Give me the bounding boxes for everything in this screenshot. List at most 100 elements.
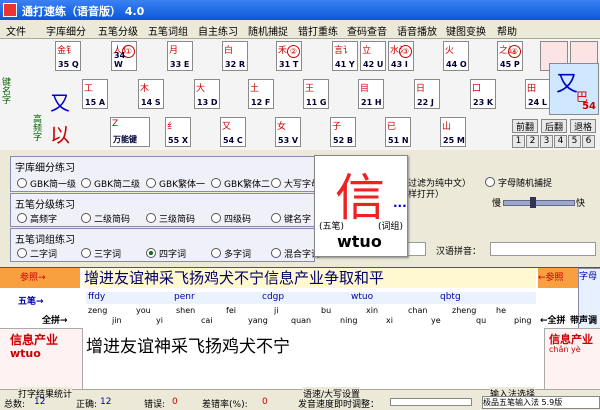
radio-keyname[interactable]: 键名字 [271,212,311,225]
py-4: shen [176,306,196,315]
num-1[interactable]: 1 [512,135,525,148]
side-char-1: 又 [50,91,70,115]
menu-wubi-phrase[interactable]: 五笔词组 [148,23,188,38]
pinyin-input[interactable] [490,242,596,256]
num-5[interactable]: 5 [568,135,581,148]
page-prev-button[interactable]: 前翻 [512,119,538,133]
key-j[interactable]: 日 22 J [414,79,440,109]
radio-2-char[interactable]: 二字词 [17,247,57,260]
radio-mixed[interactable]: 混合字词 [271,247,320,260]
key-e[interactable]: 月 33 E [167,41,193,71]
key-t[interactable]: 禾 ② 31 T [276,41,302,71]
key-k[interactable]: 口 23 K [470,79,496,109]
radio-gbk-trad-1[interactable]: GBK繁体一 [146,177,205,190]
ref-label-left: 参照→ [0,268,80,288]
radio-3-char[interactable]: 三字词 [81,247,121,260]
radio-gbk-2[interactable]: GBK简二级 [81,177,140,190]
speed-slider-thumb[interactable] [530,197,536,208]
speed-fast-label: 快 [576,199,586,209]
code-2: penr [174,292,195,302]
popup-code: wtuo [337,232,382,251]
key-g[interactable]: 王 11 G [303,79,329,109]
correct-label: 正确: [76,400,98,410]
key-s[interactable]: 木 14 S [138,79,164,109]
typed-text[interactable]: 增进友谊神采飞扬鸡犬不宁 [86,332,290,357]
py-12: xin [366,306,379,315]
key-r[interactable]: 白 32 R [222,41,248,71]
num-6[interactable]: 6 [582,135,595,148]
menu-keymap[interactable]: 键图变换 [446,23,486,38]
menu-file[interactable]: 文件 [6,23,26,38]
radio-uppercase[interactable]: 大写字母 [271,177,320,190]
code-1: ffdy [88,292,106,302]
key-v[interactable]: 女 53 V [275,117,301,147]
side-label-freq: 高频字 [31,114,41,141]
menu-random-catch[interactable]: 随机捕捉 [248,23,288,38]
key-z[interactable]: Z 万能键 [110,117,150,147]
key-o[interactable]: 火 44 O [443,41,469,71]
py-0: zeng [88,306,108,315]
radio-multi-char[interactable]: 多字词 [211,247,251,260]
key-q[interactable]: 金钅 35 Q [55,41,81,71]
key-i[interactable]: 水氵 ③ 43 I [388,41,414,71]
key-d[interactable]: 大 13 D [194,79,220,109]
radio-level-4[interactable]: 四级码 [211,212,251,225]
radio-gbk-trad-2[interactable]: GBK繁体二 [211,177,270,190]
code-3: cdgp [262,292,285,302]
backspace-button[interactable]: 退格 [570,119,596,133]
current-code: wtuo [10,347,41,360]
py-15: ye [431,316,441,325]
window-title: 通打速练（语音版） 4.0 [22,5,145,18]
py-19: ping [514,316,532,325]
key-x[interactable]: 纟 55 X [165,117,191,147]
section-wubi-phrase-title: 五笔词组练习 [15,235,75,246]
radio-level-2[interactable]: 二级简码 [81,212,130,225]
menu-self-practice[interactable]: 自主练习 [198,23,238,38]
num-4[interactable]: 4 [554,135,567,148]
py-5: cai [201,316,213,325]
menu-help[interactable]: 帮助 [497,23,517,38]
py-13: xi [386,316,393,325]
key-n[interactable]: 已 51 N [385,117,411,147]
radio-gbk-1[interactable]: GBK简一级 [17,177,76,190]
py-2: you [136,306,151,315]
section-wubi-level-title: 五笔分级练习 [15,200,75,211]
voice-speed-slider[interactable] [390,398,472,406]
menu-charset[interactable]: 字库细分 [46,23,86,38]
popup-tag-wubi: (五笔) [319,222,345,232]
side-label-keyname: 键名字 [0,77,10,104]
fullpin-label-right: ←全拼 [540,316,566,326]
radio-4-char[interactable]: 四字词 [146,247,186,260]
speed-slider[interactable] [503,197,575,208]
menu-voice[interactable]: 语音播放 [397,23,437,38]
key-l[interactable]: 田 24 L [525,79,551,109]
py-8: ji [274,306,279,315]
wrong-label: 错误: [144,400,166,410]
key-y[interactable]: 言讠 41 Y [332,41,358,71]
menu-wubi-level[interactable]: 五笔分级 [98,23,138,38]
key-c[interactable]: 又 54 C [220,117,246,147]
radio-high-freq[interactable]: 高频字 [17,212,57,225]
key-h[interactable]: 目 21 H [358,79,384,109]
py-17: qu [476,316,487,325]
key-p[interactable]: 之辶 ④ 45 P [497,41,523,71]
py-18: he [496,306,506,315]
num-2[interactable]: 2 [526,135,539,148]
num-3[interactable]: 3 [540,135,553,148]
radio-level-3[interactable]: 三级简码 [146,212,195,225]
key-u[interactable]: 立 42 U [360,41,386,71]
key-b[interactable]: 子 52 B [330,117,356,147]
menu-lookup[interactable]: 查码查音 [347,23,387,38]
bottom-panels: 打字结果统计 总数: 12 正确: 12 错误: 0 差错率(%): 0 语速/… [0,387,600,410]
speed-label: 发音速度即时调整： [298,400,380,410]
key-f[interactable]: 土 12 F [248,79,274,109]
py-7: yang [248,316,268,325]
key-m[interactable]: 山 25 M [440,117,466,147]
ime-select[interactable]: 极品五笔输入法 5.9版 [482,396,600,409]
radio-letter-catch[interactable]: 字母随机捕捉 [485,176,552,189]
current-word: 信息产业 [10,333,59,347]
key-w[interactable]: 人亻 ① 34 W [111,41,137,71]
page-next-button[interactable]: 后翻 [541,119,567,133]
menu-error-retrain[interactable]: 错打重练 [298,23,338,38]
key-a[interactable]: 工 15 A [82,79,108,109]
